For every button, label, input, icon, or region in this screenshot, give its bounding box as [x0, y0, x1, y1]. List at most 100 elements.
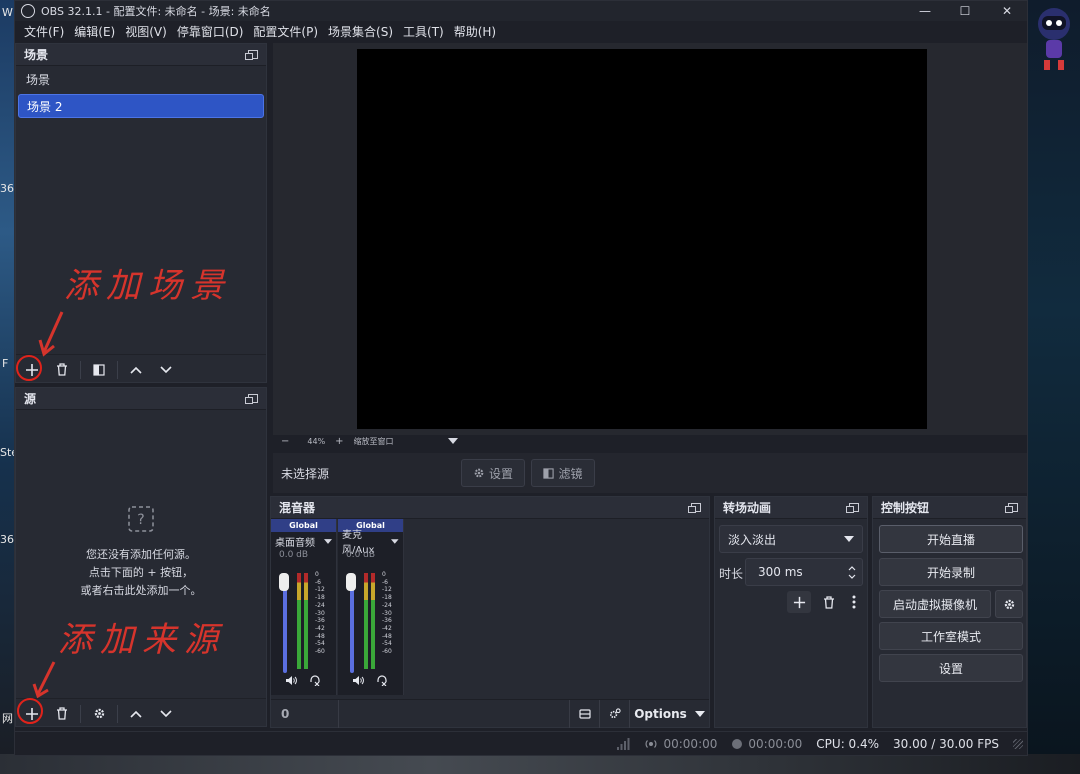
volume-fader-track[interactable]: [283, 577, 287, 673]
transition-select[interactable]: 淡入淡出: [719, 525, 863, 553]
close-button[interactable]: ✕: [987, 1, 1027, 21]
undock-icon[interactable]: [846, 503, 859, 513]
undock-icon[interactable]: [245, 394, 258, 404]
channel-name-dropdown[interactable]: 桌面音频: [271, 532, 336, 550]
move-source-up-button[interactable]: [124, 703, 148, 725]
scenes-dock-title: 场景: [24, 48, 49, 62]
meter-scale-label: -12: [382, 586, 392, 594]
zoom-out-button[interactable]: −: [281, 436, 289, 447]
add-transition-button[interactable]: [787, 591, 811, 613]
remove-transition-button[interactable]: [817, 591, 841, 613]
undock-icon[interactable]: [1005, 503, 1018, 513]
obs-logo-icon: [21, 4, 35, 18]
zoom-bar: − 44% + 缩放至窗口: [275, 434, 1023, 448]
undock-icon[interactable]: [688, 503, 701, 513]
arrow-annotation-icon: [32, 661, 56, 699]
start-streaming-button[interactable]: 开始直播: [879, 525, 1023, 553]
source-filters-button[interactable]: 滤镜: [531, 459, 595, 487]
source-settings-button[interactable]: 设置: [461, 459, 525, 487]
remove-source-button[interactable]: [50, 703, 74, 725]
resize-grip[interactable]: [1013, 738, 1023, 749]
network-indicator: [616, 737, 630, 750]
menu-tools[interactable]: 工具(T): [398, 21, 449, 43]
headphone-off-icon: [310, 675, 320, 687]
mixer-dock-title: 混音器: [279, 501, 316, 515]
menu-help[interactable]: 帮助(H): [449, 21, 501, 43]
duration-spinbox[interactable]: 300 ms: [745, 558, 863, 586]
menu-file[interactable]: 文件(F): [19, 21, 69, 43]
channel-name-dropdown[interactable]: 麦克风/Aux: [338, 530, 403, 556]
dropdown-arrow-icon[interactable]: [447, 438, 458, 444]
meter-scale: 0 -6 -12 -18 -24 -30 -36 -42 -48 -54 -60: [315, 571, 325, 656]
channel-track-badge: Global: [271, 519, 336, 532]
mixer-layout-button[interactable]: [569, 699, 599, 728]
settings-button[interactable]: 设置: [879, 654, 1023, 682]
scene-filters-button[interactable]: [87, 359, 111, 381]
dropdown-arrow-icon: [694, 710, 705, 717]
advanced-audio-button[interactable]: [599, 699, 629, 728]
volume-fader-handle[interactable]: [346, 573, 356, 591]
studio-mode-button[interactable]: 工作室模式: [879, 622, 1023, 650]
zoom-mode-select[interactable]: 缩放至窗口: [354, 436, 438, 447]
dropdown-arrow-icon: [324, 538, 332, 544]
menu-profile[interactable]: 配置文件(P): [248, 21, 323, 43]
move-scene-down-button[interactable]: [154, 359, 178, 381]
volume-fader-track[interactable]: [350, 577, 354, 673]
sources-toolbar: [16, 698, 266, 728]
zoom-in-button[interactable]: +: [335, 436, 343, 447]
meter-scale-label: -36: [382, 617, 392, 625]
toolbar-separator: [117, 360, 118, 379]
meter-scale-label: 0: [382, 571, 386, 578]
title-bar[interactable]: OBS 32.1.1 - 配置文件: 未命名 - 场景: 未命名 — ☐ ✕: [15, 1, 1027, 21]
meter-scale-label: -24: [315, 601, 325, 609]
volume-fader-handle[interactable]: [279, 573, 289, 591]
spinbox-arrows[interactable]: [848, 565, 856, 579]
chevron-up-icon: [130, 366, 142, 374]
move-source-down-button[interactable]: [154, 703, 178, 725]
move-scene-up-button[interactable]: [124, 359, 148, 381]
speaker-icon: [353, 676, 364, 685]
zoom-value: 44%: [307, 436, 326, 446]
remove-scene-button[interactable]: [50, 359, 74, 381]
record-icon: [732, 738, 743, 749]
filter-icon: [93, 363, 105, 376]
scene-list-item-selected[interactable]: 场景 2: [18, 94, 264, 118]
mixer-options-button[interactable]: Options: [629, 699, 709, 728]
start-recording-button[interactable]: 开始录制: [879, 558, 1023, 586]
minimize-button[interactable]: —: [905, 1, 945, 21]
source-context-bar: 未选择源 设置 滤镜: [273, 453, 1027, 493]
sources-dock-header: 源: [16, 388, 266, 410]
chevron-up-icon[interactable]: [848, 565, 856, 571]
virtual-camera-settings-button[interactable]: [995, 590, 1023, 618]
meter-scale-label: -18: [315, 594, 325, 602]
toolbar-separator: [80, 704, 81, 723]
desktop-background-bottom: [0, 754, 1080, 774]
menu-scene-collection[interactable]: 场景集合(S): [323, 21, 398, 43]
monitor-button[interactable]: [309, 675, 321, 689]
scene-list-item[interactable]: 场景: [18, 68, 264, 92]
channel-db-value: 0.0 dB: [346, 550, 376, 560]
mixer-dock: 混音器 Global 桌面音频 0.0 dB 0 -6 -12 -18 -24 …: [270, 496, 710, 749]
scenes-dock-header: 场景: [16, 44, 266, 66]
monitor-button[interactable]: [376, 675, 388, 689]
source-filters-label: 滤镜: [558, 466, 583, 481]
desktop-fragment: 36: [0, 533, 14, 546]
meter-scale-label: -60: [382, 648, 392, 656]
mute-button[interactable]: [285, 675, 297, 689]
hidden-channels-count[interactable]: 0 hidden: [271, 699, 339, 749]
menu-edit[interactable]: 编辑(E): [69, 21, 120, 43]
preview-canvas[interactable]: [357, 49, 927, 429]
undock-icon[interactable]: [245, 50, 258, 60]
transition-menu-button[interactable]: [847, 591, 861, 613]
meter-scale-label: -30: [315, 609, 325, 617]
no-source-label: 未选择源: [281, 466, 330, 481]
mute-button[interactable]: [352, 675, 364, 689]
chevron-down-icon[interactable]: [848, 574, 856, 579]
menu-view[interactable]: 视图(V): [120, 21, 172, 43]
menu-docks[interactable]: 停靠窗口(D): [172, 21, 249, 43]
chevron-down-icon: [160, 709, 172, 717]
channel-name: 桌面音频: [275, 537, 315, 549]
source-properties-button[interactable]: [87, 703, 111, 725]
start-virtual-camera-button[interactable]: 启动虚拟摄像机: [879, 590, 991, 618]
maximize-button[interactable]: ☐: [945, 1, 985, 21]
